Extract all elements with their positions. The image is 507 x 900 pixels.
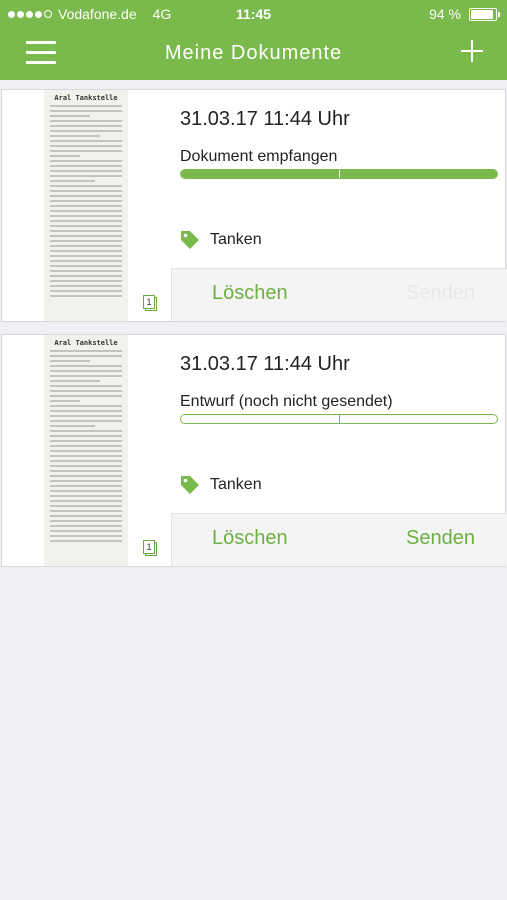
document-thumbnail[interactable]: Aral Tankstelle 1 xyxy=(2,90,171,321)
receipt-image: Aral Tankstelle xyxy=(44,90,128,321)
status-bar: Vodafone.de 4G 11:45 94 % xyxy=(0,0,507,28)
send-button[interactable]: Senden xyxy=(406,527,475,550)
page-count: 1 xyxy=(143,295,155,309)
action-bar: Löschen Senden xyxy=(171,513,507,566)
document-status: Dokument empfangen xyxy=(180,148,338,165)
send-button[interactable]: Senden xyxy=(406,282,475,305)
plus-icon[interactable] xyxy=(461,40,483,62)
progress-bar xyxy=(180,169,498,179)
delete-button[interactable]: Löschen xyxy=(212,527,288,550)
tag-label: Tanken xyxy=(210,476,262,493)
document-thumbnail[interactable]: Aral Tankstelle 1 xyxy=(2,335,171,566)
page-title: Meine Dokumente xyxy=(164,42,343,64)
receipt-image: Aral Tankstelle xyxy=(44,335,128,566)
tag[interactable]: Tanken xyxy=(180,230,262,250)
progress-bar xyxy=(180,414,498,424)
document-date: 31.03.17 11:44 Uhr xyxy=(180,353,350,375)
document-status: Entwurf (noch nicht gesendet) xyxy=(180,393,393,410)
tag[interactable]: Tanken xyxy=(180,475,262,495)
document-card[interactable]: Aral Tankstelle 1 31.03.17 11:44 Uhr Dok… xyxy=(1,89,507,322)
navigation-bar: Meine Dokumente xyxy=(0,28,507,80)
delete-button[interactable]: Löschen xyxy=(212,282,288,305)
action-bar: Löschen Senden xyxy=(171,268,507,321)
document-card[interactable]: Aral Tankstelle 1 31.03.17 11:44 Uhr Ent… xyxy=(1,334,507,567)
page-count-icon: 1 xyxy=(143,540,157,556)
tag-icon xyxy=(181,476,199,494)
page-count-icon: 1 xyxy=(143,295,157,311)
tag-label: Tanken xyxy=(210,231,262,248)
battery-icon xyxy=(469,7,500,21)
page-count: 1 xyxy=(143,540,155,554)
tag-icon xyxy=(181,231,199,249)
document-date: 31.03.17 11:44 Uhr xyxy=(180,108,350,130)
status-right: 94 % xyxy=(429,6,500,22)
battery-percent: 94 % xyxy=(429,6,461,22)
